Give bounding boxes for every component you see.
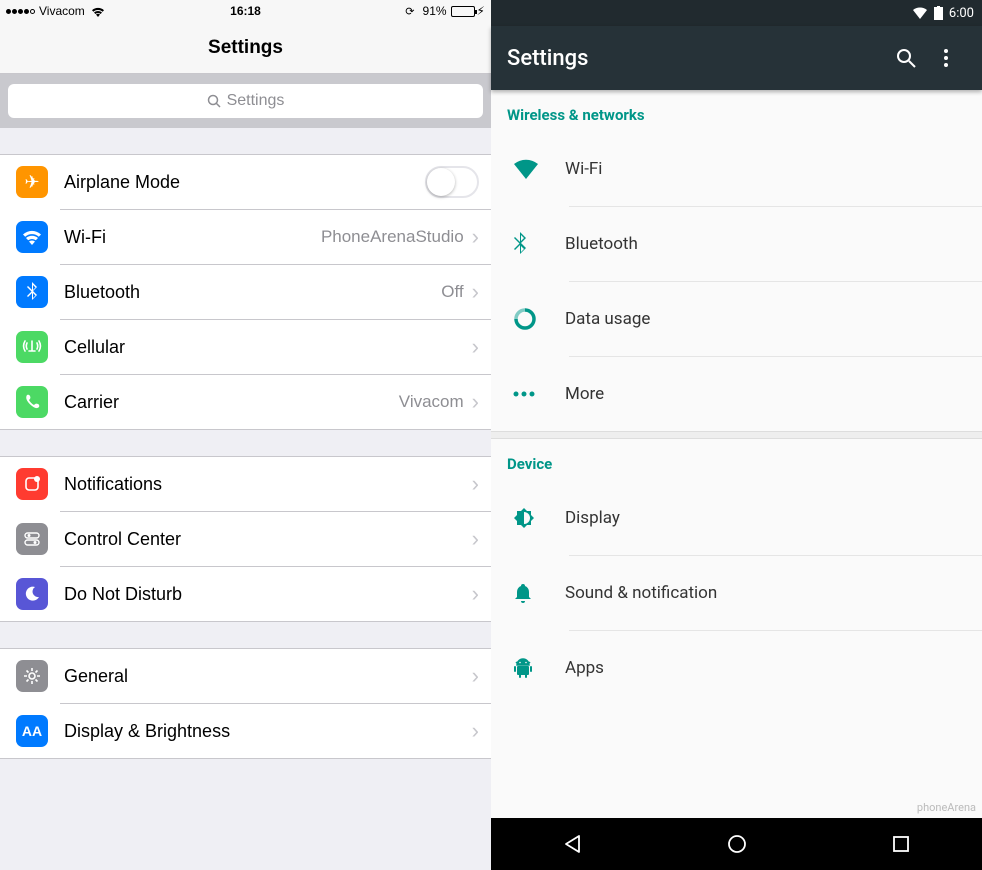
carrier-label: Vivacom <box>39 4 85 18</box>
chevron-right-icon: › <box>472 279 479 305</box>
watermark: phoneArena <box>917 801 976 814</box>
search-bar-container: Settings <box>0 74 491 128</box>
android-settings-screen: 6:00 Settings Wireless & networks Wi-Fi … <box>491 0 982 870</box>
data-usage-icon <box>513 307 565 331</box>
row-value: PhoneArenaStudio <box>321 227 464 247</box>
ios-navbar: Settings <box>0 22 491 74</box>
row-label: Notifications <box>64 474 472 495</box>
android-icon <box>513 657 565 679</box>
row-sound-notification[interactable]: Sound & notification <box>491 556 982 630</box>
brightness-icon <box>513 507 565 529</box>
row-label: Bluetooth <box>565 234 966 254</box>
wifi-icon <box>91 6 105 17</box>
row-label: General <box>64 666 472 687</box>
row-value: Off <box>441 282 463 302</box>
search-button[interactable] <box>886 47 926 69</box>
airplane-toggle[interactable] <box>425 166 479 198</box>
row-carrier[interactable]: Carrier Vivacom › <box>0 375 491 429</box>
row-label: Sound & notification <box>565 583 966 603</box>
airplane-icon: ✈︎ <box>16 166 48 198</box>
android-appbar: Settings <box>491 26 982 90</box>
row-label: Bluetooth <box>64 282 441 303</box>
android-nav-bar <box>491 818 982 870</box>
row-notifications[interactable]: Notifications › <box>0 457 491 511</box>
row-label: Data usage <box>565 309 966 329</box>
battery-icon <box>934 6 943 20</box>
clock-label: 6:00 <box>949 6 974 21</box>
notifications-icon <box>16 468 48 500</box>
bell-icon <box>513 582 565 604</box>
phone-icon <box>16 386 48 418</box>
charging-icon: ⚡︎ <box>477 4 485 18</box>
row-airplane-mode[interactable]: ✈︎ Airplane Mode <box>0 155 491 209</box>
overflow-menu-button[interactable] <box>926 49 966 67</box>
row-label: Cellular <box>64 337 472 358</box>
bluetooth-icon <box>16 276 48 308</box>
clock-label: 16:18 <box>230 4 261 18</box>
chevron-right-icon: › <box>472 389 479 415</box>
row-apps[interactable]: Apps <box>491 631 982 705</box>
text-size-icon: AA <box>16 715 48 747</box>
battery-percent: 91% <box>423 4 447 18</box>
gear-icon <box>16 660 48 692</box>
row-data-usage[interactable]: Data usage <box>491 282 982 356</box>
row-label: Wi-Fi <box>565 159 966 179</box>
row-label: Display <box>565 508 966 528</box>
row-label: Display & Brightness <box>64 721 472 742</box>
more-icon <box>513 391 565 397</box>
recents-button[interactable] <box>891 834 911 854</box>
row-label: Airplane Mode <box>64 172 425 193</box>
row-cellular[interactable]: Cellular › <box>0 320 491 374</box>
row-label: Wi-Fi <box>64 227 321 248</box>
row-label: Apps <box>565 658 966 678</box>
ios-settings-group-1: ✈︎ Airplane Mode Wi-Fi PhoneArenaStudio … <box>0 154 491 430</box>
search-icon <box>207 94 221 108</box>
moon-icon <box>16 578 48 610</box>
ios-settings-screen: Vivacom 16:18 ⟳ 91% ⚡︎ Settings Settings… <box>0 0 491 870</box>
search-placeholder: Settings <box>227 92 285 110</box>
cellular-icon <box>16 331 48 363</box>
ios-settings-group-3: General › AA Display & Brightness › <box>0 648 491 759</box>
row-bluetooth[interactable]: Bluetooth Off › <box>0 265 491 319</box>
battery-icon <box>451 6 475 17</box>
chevron-right-icon: › <box>472 663 479 689</box>
home-button[interactable] <box>726 833 748 855</box>
chevron-right-icon: › <box>472 581 479 607</box>
row-bluetooth[interactable]: Bluetooth <box>491 207 982 281</box>
row-wifi[interactable]: Wi-Fi <box>491 132 982 206</box>
search-input[interactable]: Settings <box>8 84 483 118</box>
row-display-brightness[interactable]: AA Display & Brightness › <box>0 704 491 758</box>
ios-settings-group-2: Notifications › Control Center › Do Not … <box>0 456 491 622</box>
row-label: More <box>565 384 966 404</box>
row-general[interactable]: General › <box>0 649 491 703</box>
bluetooth-icon <box>513 232 565 256</box>
row-label: Control Center <box>64 529 472 550</box>
section-header-device: Device <box>491 439 982 481</box>
chevron-right-icon: › <box>472 224 479 250</box>
row-more[interactable]: More <box>491 357 982 431</box>
orientation-lock-icon: ⟳ <box>405 5 414 18</box>
row-label: Carrier <box>64 392 399 413</box>
wifi-icon <box>16 221 48 253</box>
chevron-right-icon: › <box>472 718 479 744</box>
android-status-bar: 6:00 <box>491 0 982 26</box>
chevron-right-icon: › <box>472 471 479 497</box>
row-do-not-disturb[interactable]: Do Not Disturb › <box>0 567 491 621</box>
row-label: Do Not Disturb <box>64 584 472 605</box>
wifi-icon <box>912 7 928 19</box>
row-value: Vivacom <box>399 392 464 412</box>
page-title: Settings <box>208 37 283 59</box>
row-display[interactable]: Display <box>491 481 982 555</box>
chevron-right-icon: › <box>472 526 479 552</box>
row-wifi[interactable]: Wi-Fi PhoneArenaStudio › <box>0 210 491 264</box>
chevron-right-icon: › <box>472 334 479 360</box>
control-center-icon <box>16 523 48 555</box>
section-header-wireless: Wireless & networks <box>491 90 982 132</box>
signal-dots-icon <box>6 9 35 14</box>
page-title: Settings <box>507 46 886 71</box>
wifi-icon <box>513 159 565 179</box>
row-control-center[interactable]: Control Center › <box>0 512 491 566</box>
back-button[interactable] <box>562 833 584 855</box>
ios-status-bar: Vivacom 16:18 ⟳ 91% ⚡︎ <box>0 0 491 22</box>
